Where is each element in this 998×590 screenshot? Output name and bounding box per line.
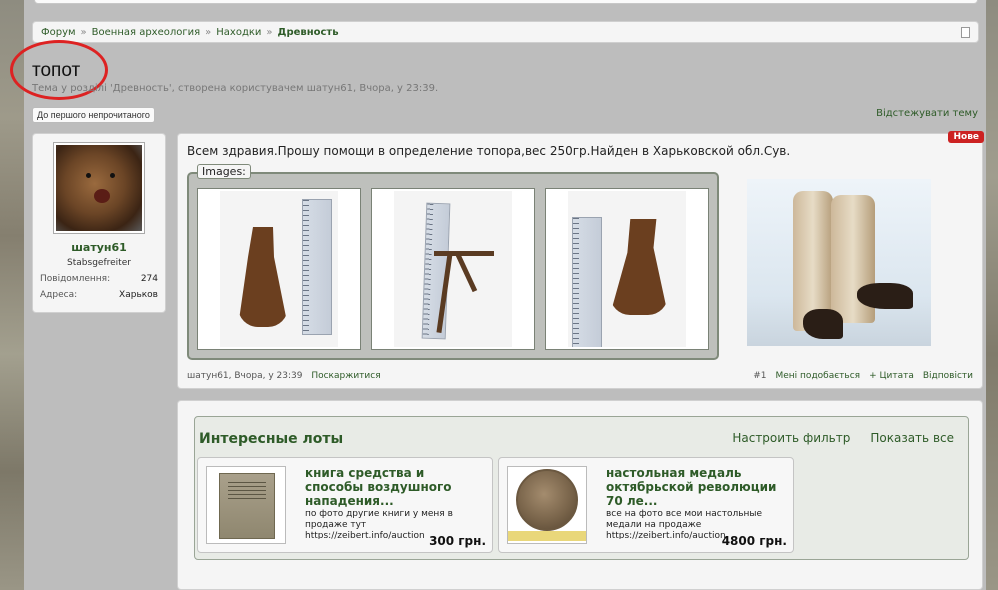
book-image bbox=[219, 473, 275, 539]
user-stat-value: Харьков bbox=[119, 290, 158, 300]
like-link[interactable]: Мені подобається bbox=[776, 371, 861, 381]
lots-links: Настроить фильтр Показать все bbox=[732, 431, 954, 445]
axe-image bbox=[238, 227, 288, 327]
breadcrumb-military-archaeology[interactable]: Военная археология bbox=[92, 27, 200, 38]
axe-butt-image bbox=[434, 251, 494, 256]
axe-image bbox=[610, 219, 668, 315]
breadcrumb-finds[interactable]: Находки bbox=[216, 27, 261, 38]
hoof-image bbox=[857, 283, 913, 309]
lot-image[interactable] bbox=[206, 466, 286, 544]
breadcrumb-antiquity[interactable]: Древность bbox=[278, 27, 339, 38]
user-card: шатун61 Stabsgefreiter Повідомлення: 274… bbox=[32, 133, 166, 313]
user-stat-key: Адреса: bbox=[40, 290, 78, 300]
image-thumbnail[interactable] bbox=[371, 188, 535, 350]
axe-photo-back bbox=[568, 191, 686, 347]
breadcrumb-separator: » bbox=[205, 26, 212, 38]
avatar-eye bbox=[86, 173, 91, 178]
bear-avatar-image bbox=[56, 145, 142, 231]
ruler-image bbox=[572, 217, 602, 347]
document-icon[interactable] bbox=[961, 27, 970, 38]
hoof-boots-image[interactable] bbox=[747, 179, 931, 346]
axe-blade-image bbox=[455, 253, 478, 293]
breadcrumb: Форум » Военная археология » Находки » Д… bbox=[32, 21, 979, 43]
lots-block: Интересные лоты Настроить фильтр Показат… bbox=[177, 400, 983, 590]
lot-card[interactable]: настольная медаль октябрьской революции … bbox=[498, 457, 794, 553]
post-actions: #1 Мені подобається + Цитата Відповісти bbox=[753, 371, 973, 381]
username-link[interactable]: шатун61 bbox=[33, 241, 165, 254]
post-author-time[interactable]: шатун61, Вчора, у 23:39 bbox=[187, 371, 302, 381]
page-content: Форум » Военная археология » Находки » Д… bbox=[10, 0, 986, 590]
avatar[interactable] bbox=[53, 142, 145, 234]
breadcrumb-separator: » bbox=[266, 26, 273, 38]
images-label: Images: bbox=[197, 164, 251, 179]
user-stat-row: Повідомлення: 274 bbox=[40, 274, 158, 284]
avatar-mouth bbox=[94, 189, 110, 203]
watch-thread-link[interactable]: Відстежувати тему bbox=[876, 108, 978, 119]
image-thumbnail[interactable] bbox=[197, 188, 361, 350]
breadcrumb-forum[interactable]: Форум bbox=[41, 27, 76, 38]
ruler-image bbox=[302, 199, 332, 335]
lot-price: 4800 грн. bbox=[721, 534, 787, 548]
lots-panel: Интересные лоты Настроить фильтр Показат… bbox=[194, 416, 969, 560]
post-message: Нове Всем здравия.Прошу помощи в определ… bbox=[177, 131, 984, 389]
user-stat-key: Повідомлення: bbox=[40, 274, 111, 284]
images-gallery: Images: bbox=[187, 164, 719, 360]
first-unread-button[interactable]: До першого непрочитаного bbox=[32, 107, 155, 123]
filter-link[interactable]: Настроить фильтр bbox=[732, 431, 850, 445]
breadcrumb-separator: » bbox=[80, 26, 87, 38]
quote-link[interactable]: + Цитата bbox=[869, 371, 914, 381]
reply-link[interactable]: Відповісти bbox=[923, 371, 973, 381]
axe-photo bbox=[220, 191, 338, 347]
background-right-strip bbox=[986, 0, 998, 590]
lot-title[interactable]: книга средства и способы воздушного напа… bbox=[305, 466, 485, 508]
lot-title[interactable]: настольная медаль октябрьской революции … bbox=[606, 466, 786, 508]
thread-description: Тема у розділі 'Древность', створена кор… bbox=[32, 83, 439, 94]
ruler-image bbox=[508, 531, 586, 541]
user-stat-row: Адреса: Харьков bbox=[40, 290, 158, 300]
user-rank: Stabsgefreiter bbox=[67, 258, 131, 268]
axe-side-photo bbox=[394, 191, 512, 347]
user-stat-value: 274 bbox=[140, 274, 158, 284]
lot-image[interactable] bbox=[507, 466, 587, 544]
lot-price: 300 грн. bbox=[429, 534, 486, 548]
post-meta: шатун61, Вчора, у 23:39 Поскаржитися bbox=[187, 371, 381, 381]
lots-title: Интересные лоты bbox=[199, 431, 344, 447]
post-number-link[interactable]: #1 bbox=[753, 371, 766, 381]
show-all-link[interactable]: Показать все bbox=[870, 431, 954, 445]
lot-card[interactable]: книга средства и способы воздушного напа… bbox=[197, 457, 493, 553]
new-badge: Нове bbox=[948, 131, 984, 143]
avatar-eye bbox=[110, 173, 115, 178]
post-text: Всем здравия.Прошу помощи в определение … bbox=[187, 144, 791, 158]
hoof-image bbox=[803, 309, 843, 339]
medal-image bbox=[516, 469, 578, 531]
top-panel bbox=[34, 0, 978, 4]
image-thumbnail[interactable] bbox=[545, 188, 709, 350]
report-link[interactable]: Поскаржитися bbox=[311, 371, 380, 381]
